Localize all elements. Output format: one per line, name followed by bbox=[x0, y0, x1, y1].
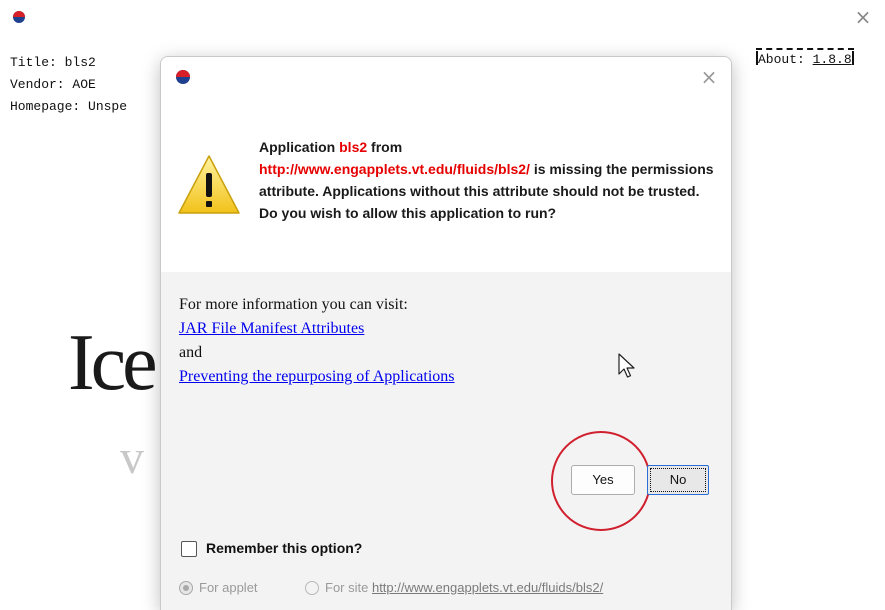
applet-title-text: Title: bls2 bbox=[10, 55, 96, 70]
message-part2: from bbox=[367, 139, 403, 155]
warning-icon bbox=[178, 155, 240, 214]
for-site-label: For site http://www.engapplets.vt.edu/fl… bbox=[325, 580, 603, 595]
yes-button[interactable]: Yes bbox=[571, 465, 635, 495]
about-version: 1.8.8 bbox=[812, 52, 852, 67]
no-button[interactable]: No bbox=[647, 465, 709, 495]
app-url: http://www.engapplets.vt.edu/fluids/bls2… bbox=[259, 161, 530, 177]
dialog-close-icon[interactable]: × bbox=[697, 65, 721, 89]
about-right-bar bbox=[851, 51, 854, 65]
site-url: http://www.engapplets.vt.edu/fluids/bls2… bbox=[371, 580, 604, 595]
for-site-prefix: For site bbox=[325, 580, 372, 595]
java-logo-icon bbox=[176, 70, 190, 84]
about-version-text: About: 1.8.8 bbox=[756, 48, 854, 67]
security-warning-dialog: × Application bls2 from http://www.engapp… bbox=[160, 56, 732, 610]
for-applet-radio bbox=[179, 581, 193, 595]
security-message: Application bls2 from http://www.engapple… bbox=[259, 136, 719, 224]
applet-homepage-text: Homepage: Unspe bbox=[10, 99, 128, 114]
remember-checkbox[interactable] bbox=[181, 541, 197, 557]
about-prefix: About: bbox=[758, 52, 813, 67]
icedtea-splash-text: Ice bbox=[68, 319, 158, 407]
for-site-radio bbox=[305, 581, 319, 595]
jar-manifest-link[interactable]: JAR File Manifest Attributes bbox=[179, 320, 364, 337]
mouse-cursor-icon bbox=[618, 353, 635, 378]
splash-subtext: v bbox=[120, 431, 144, 484]
for-applet-label: For applet bbox=[199, 580, 258, 595]
more-info-intro: For more information you can visit: bbox=[179, 296, 408, 313]
repurposing-link[interactable]: Preventing the repurposing of Applicatio… bbox=[179, 368, 455, 385]
window-close-icon[interactable]: × bbox=[852, 6, 874, 28]
applet-vendor-text: Vendor: AOE bbox=[10, 77, 96, 92]
remember-label: Remember this option? bbox=[206, 540, 363, 556]
app-logo-icon bbox=[13, 11, 25, 23]
app-name: bls2 bbox=[339, 139, 368, 155]
message-part1: Application bbox=[259, 139, 340, 155]
